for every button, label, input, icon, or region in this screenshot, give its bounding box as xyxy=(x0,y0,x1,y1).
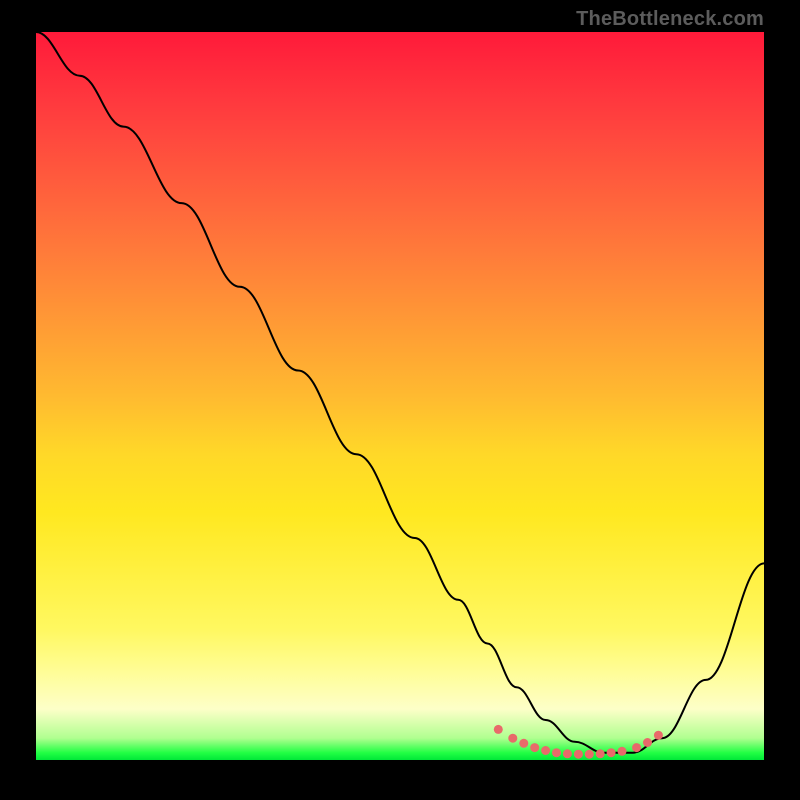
chart-svg xyxy=(36,32,764,760)
marker-point xyxy=(618,747,627,756)
marker-point xyxy=(596,749,605,758)
marker-point xyxy=(530,743,539,752)
marker-point xyxy=(585,750,594,759)
marker-point xyxy=(574,750,583,759)
marker-point xyxy=(552,748,561,757)
marker-point xyxy=(519,739,528,748)
marker-point xyxy=(607,748,616,757)
marker-point xyxy=(654,731,663,740)
highlighted-markers xyxy=(494,725,663,759)
marker-point xyxy=(643,738,652,747)
marker-point xyxy=(508,734,517,743)
marker-point xyxy=(541,746,550,755)
chart-container: TheBottleneck.com xyxy=(0,0,800,800)
marker-point xyxy=(563,749,572,758)
marker-point xyxy=(494,725,503,734)
bottleneck-curve xyxy=(36,32,764,753)
plot-area xyxy=(36,32,764,760)
watermark-text: TheBottleneck.com xyxy=(576,8,764,31)
marker-point xyxy=(632,743,641,752)
